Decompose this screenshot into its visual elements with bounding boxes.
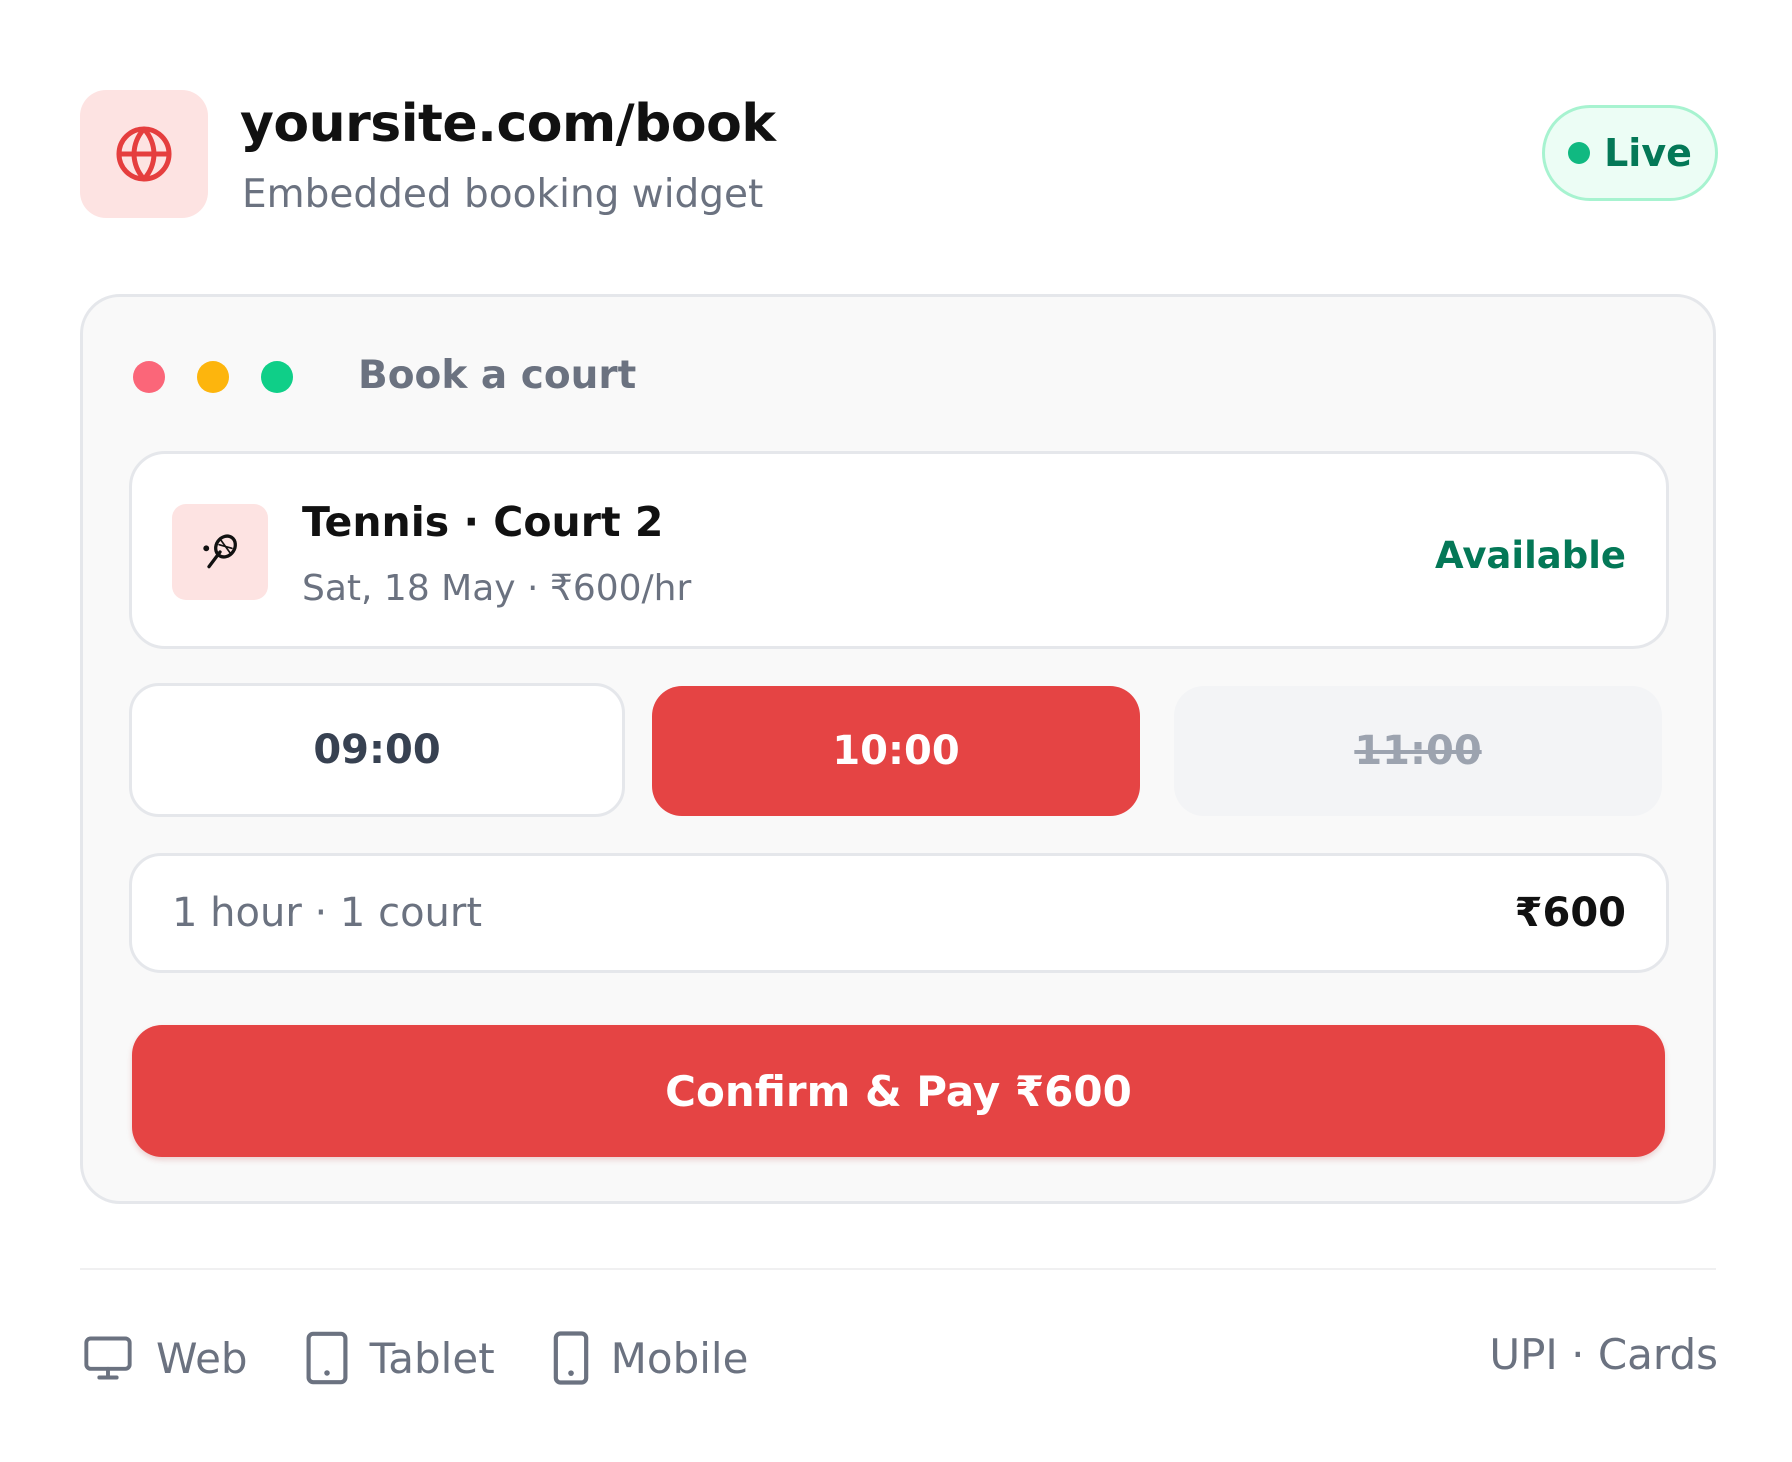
window-controls [133, 361, 293, 393]
window-close-dot [133, 361, 165, 393]
court-date-price: Sat, 18 May · ₹600/hr [302, 568, 692, 609]
court-name: Tennis · Court 2 [302, 498, 664, 546]
site-url-title: yoursite.com/book [240, 94, 776, 154]
summary-duration: 1 hour · 1 court [172, 890, 483, 936]
window-maximize-dot [261, 361, 293, 393]
live-dot-icon [1568, 142, 1591, 164]
court-icon-tile [172, 504, 268, 600]
widget-header: yoursite.com/book Embedded booking widge… [80, 90, 1720, 220]
platform-tablet-label: Tablet [369, 1333, 495, 1383]
window-minimize-dot [197, 361, 229, 393]
live-status-badge: Live [1542, 105, 1718, 201]
footer-divider [80, 1268, 1716, 1270]
confirm-pay-button[interactable]: Confirm & Pay ₹600 [132, 1025, 1665, 1157]
footer: Web Tablet Mobile UPI · Cards [80, 1320, 1720, 1396]
summary-amount: ₹600 [1514, 890, 1626, 936]
platform-web: Web [80, 1332, 248, 1384]
monitor-icon [84, 1336, 132, 1380]
live-status-label: Live [1604, 131, 1692, 175]
tablet-icon [306, 1331, 348, 1385]
time-slot-0900[interactable]: 09:00 [129, 683, 625, 817]
time-slot-picker: 09:00 10:00 11:00 [129, 683, 1673, 819]
booking-summary: 1 hour · 1 court ₹600 [129, 853, 1669, 973]
court-availability-status: Available [1435, 534, 1626, 577]
platform-mobile-label: Mobile [610, 1333, 749, 1383]
site-subtitle: Embedded booking widget [242, 172, 764, 217]
time-slot-1100-unavailable: 11:00 [1174, 686, 1662, 816]
site-icon-tile [80, 90, 208, 218]
platform-tablet: Tablet [304, 1330, 495, 1386]
window-title: Book a court [358, 353, 637, 398]
platform-list: Web Tablet Mobile [80, 1320, 804, 1396]
payment-methods: UPI · Cards [1489, 1330, 1718, 1379]
platform-web-label: Web [156, 1333, 248, 1383]
globe-icon [116, 126, 172, 182]
platform-mobile: Mobile [551, 1330, 749, 1386]
booking-window: Book a court Tennis · Court 2 Sat, 18 Ma… [80, 294, 1716, 1204]
time-slot-1000-selected[interactable]: 10:00 [652, 686, 1140, 816]
mobile-icon [553, 1331, 588, 1385]
court-card[interactable]: Tennis · Court 2 Sat, 18 May · ₹600/hr A… [129, 451, 1669, 649]
tennis-racket-icon [203, 534, 237, 569]
